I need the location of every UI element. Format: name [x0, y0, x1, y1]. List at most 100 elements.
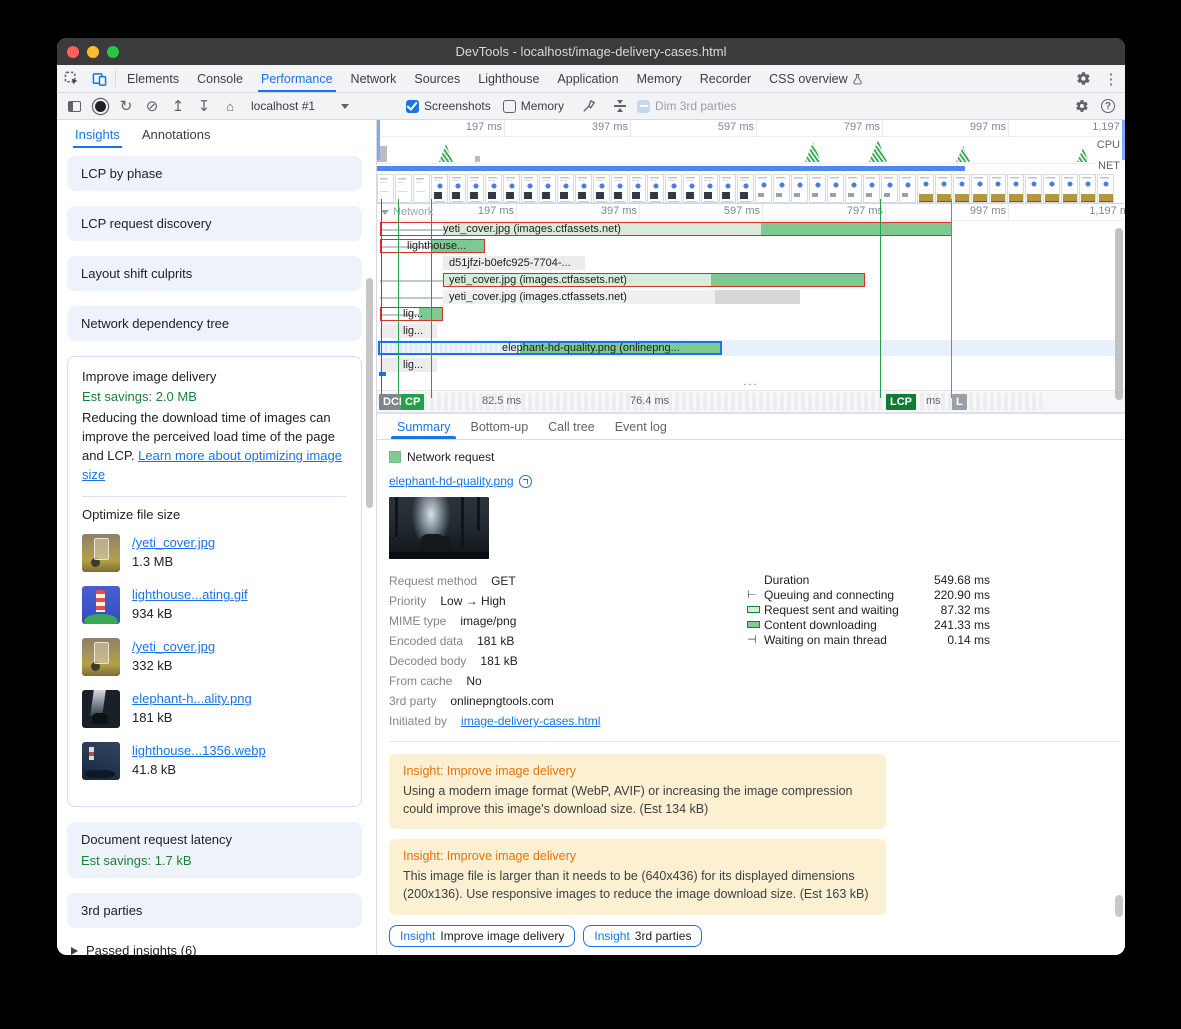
reveal-in-network-icon[interactable]	[519, 475, 532, 488]
help-icon[interactable]: ?	[1095, 95, 1121, 117]
network-request-row[interactable]: lighthouse...	[377, 238, 1125, 254]
more-rows-ellipsis[interactable]: ...	[377, 376, 1125, 390]
memory-checkbox[interactable]: Memory	[503, 99, 564, 113]
screenshot-frame[interactable]	[683, 174, 700, 203]
screenshot-frame[interactable]	[665, 174, 682, 203]
network-request-row[interactable]: elephant-hd-quality.png (onlinepng...	[377, 340, 1125, 356]
screenshots-filmstrip[interactable]	[377, 173, 1125, 204]
screenshot-frame[interactable]	[467, 174, 484, 203]
details-tab-call-tree[interactable]: Call tree	[540, 414, 603, 439]
network-scrollbar[interactable]	[1115, 228, 1123, 400]
details-tab-bottom-up[interactable]: Bottom-up	[462, 414, 536, 439]
tab-performance[interactable]: Performance	[252, 65, 342, 92]
tab-elements[interactable]: Elements	[118, 65, 188, 92]
home-icon[interactable]: ⌂	[217, 95, 243, 117]
screenshot-frame[interactable]	[809, 174, 826, 203]
tab-console[interactable]: Console	[188, 65, 252, 92]
clear-icon[interactable]: ⊘	[139, 95, 165, 117]
screenshot-frame[interactable]	[1043, 174, 1060, 203]
file-link[interactable]: /yeti_cover.jpg	[132, 535, 215, 550]
screenshot-frame[interactable]	[827, 174, 844, 203]
screenshot-frame[interactable]	[755, 174, 772, 203]
marker-badge-cp[interactable]: CP	[401, 394, 424, 410]
download-profile-icon[interactable]: ↧	[191, 95, 217, 117]
reload-and-record-icon[interactable]: ↻	[113, 95, 139, 117]
screenshot-frame[interactable]	[899, 174, 916, 203]
file-link[interactable]: lighthouse...1356.webp	[132, 743, 266, 758]
sidebar-scrollbar[interactable]	[366, 278, 373, 508]
screenshot-frame[interactable]	[431, 174, 448, 203]
file-link[interactable]: elephant-h...ality.png	[132, 691, 252, 706]
passed-insights-toggle[interactable]: Passed insights (6)	[71, 943, 362, 955]
marker-badge-lcp[interactable]: LCP	[886, 394, 916, 410]
details-tab-summary[interactable]: Summary	[389, 414, 458, 439]
inspect-element-icon[interactable]	[57, 65, 85, 92]
net-track[interactable]: NET	[377, 164, 1125, 173]
screenshot-frame[interactable]	[1025, 174, 1042, 203]
insight-card-improve-image-delivery[interactable]: Improve image delivery Est savings: 2.0 …	[67, 356, 362, 807]
insight-card-lcp-by-phase[interactable]: LCP by phase	[67, 156, 362, 191]
network-request-row[interactable]: yeti_cover.jpg (images.ctfassets.net)	[377, 272, 1125, 288]
screenshot-frame[interactable]	[1079, 174, 1096, 203]
insight-card-lcp-request-discovery[interactable]: LCP request discovery	[67, 206, 362, 241]
screenshot-frame[interactable]	[503, 174, 520, 203]
collect-garbage-icon[interactable]	[576, 95, 602, 117]
collapse-tracks-icon[interactable]	[607, 95, 633, 117]
insight-card-network-dependency-tree[interactable]: Network dependency tree	[67, 306, 362, 341]
screenshot-frame[interactable]	[917, 174, 934, 203]
screenshot-frame[interactable]	[593, 174, 610, 203]
network-request-row[interactable]: lig...	[377, 357, 1125, 373]
screenshot-frame[interactable]	[521, 174, 538, 203]
cpu-track[interactable]: CPU	[377, 137, 1125, 164]
details-tab-event-log[interactable]: Event log	[607, 414, 675, 439]
details-scrollbar[interactable]	[1115, 895, 1123, 917]
screenshot-frame[interactable]	[1007, 174, 1024, 203]
sidebar-tab-insights[interactable]: Insights	[75, 120, 120, 148]
timing-markers-strip[interactable]: DCLCP82.5 ms76.4 msLCPmsL	[377, 390, 1125, 412]
tab-recorder[interactable]: Recorder	[691, 65, 760, 92]
device-toolbar-icon[interactable]	[85, 65, 113, 92]
screenshot-frame[interactable]	[575, 174, 592, 203]
marker-badge-l[interactable]: L	[952, 394, 967, 410]
network-request-row[interactable]: lig...	[377, 306, 1125, 322]
screenshot-frame[interactable]	[611, 174, 628, 203]
insight-card-layout-shift-culprits[interactable]: Layout shift culprits	[67, 256, 362, 291]
screenshot-frame[interactable]	[971, 174, 988, 203]
network-request-row[interactable]: yeti_cover.jpg (images.ctfassets.net)	[377, 221, 1125, 237]
screenshot-frame[interactable]	[935, 174, 952, 203]
target-selector[interactable]: localhost #1	[243, 99, 393, 113]
screenshot-frame[interactable]	[629, 174, 646, 203]
file-link[interactable]: /yeti_cover.jpg	[132, 639, 215, 654]
tab-sources[interactable]: Sources	[405, 65, 469, 92]
network-request-row[interactable]: yeti_cover.jpg (images.ctfassets.net)	[377, 289, 1125, 305]
overview-left-handle[interactable]	[377, 120, 380, 160]
screenshot-frame[interactable]	[989, 174, 1006, 203]
screenshot-frame[interactable]	[701, 174, 718, 203]
screenshots-checkbox[interactable]: Screenshots	[406, 99, 491, 113]
tab-application[interactable]: Application	[548, 65, 627, 92]
sidebar-tab-annotations[interactable]: Annotations	[142, 120, 211, 148]
close-window-button[interactable]	[67, 46, 79, 58]
screenshot-frame[interactable]	[863, 174, 880, 203]
insight-card-3rd-parties[interactable]: 3rd parties	[67, 893, 362, 928]
insight-button-improve-image-delivery[interactable]: InsightImprove image delivery	[389, 925, 575, 947]
screenshot-frame[interactable]	[845, 174, 862, 203]
screenshot-frame[interactable]	[647, 174, 664, 203]
screenshot-frame[interactable]	[773, 174, 790, 203]
screenshot-frame[interactable]	[413, 174, 430, 203]
tab-css-overview[interactable]: CSS overview	[760, 65, 872, 92]
screenshot-frame[interactable]	[1061, 174, 1078, 203]
maximize-window-button[interactable]	[107, 46, 119, 58]
sidebar-scroll-area[interactable]: LCP by phase LCP request discovery Layout …	[57, 150, 376, 955]
tab-lighthouse[interactable]: Lighthouse	[469, 65, 548, 92]
network-request-row[interactable]: d51jfzi-b0efc925-7704-...	[377, 255, 1125, 271]
upload-profile-icon[interactable]: ↥	[165, 95, 191, 117]
screenshot-frame[interactable]	[881, 174, 898, 203]
screenshot-frame[interactable]	[377, 174, 394, 203]
capture-settings-gear-icon[interactable]	[1069, 95, 1095, 117]
toggle-sidebar-icon[interactable]	[61, 95, 87, 117]
screenshot-frame[interactable]	[1097, 174, 1114, 203]
screenshot-frame[interactable]	[449, 174, 466, 203]
insight-button-3rd-parties[interactable]: Insight3rd parties	[583, 925, 702, 947]
screenshot-frame[interactable]	[737, 174, 754, 203]
